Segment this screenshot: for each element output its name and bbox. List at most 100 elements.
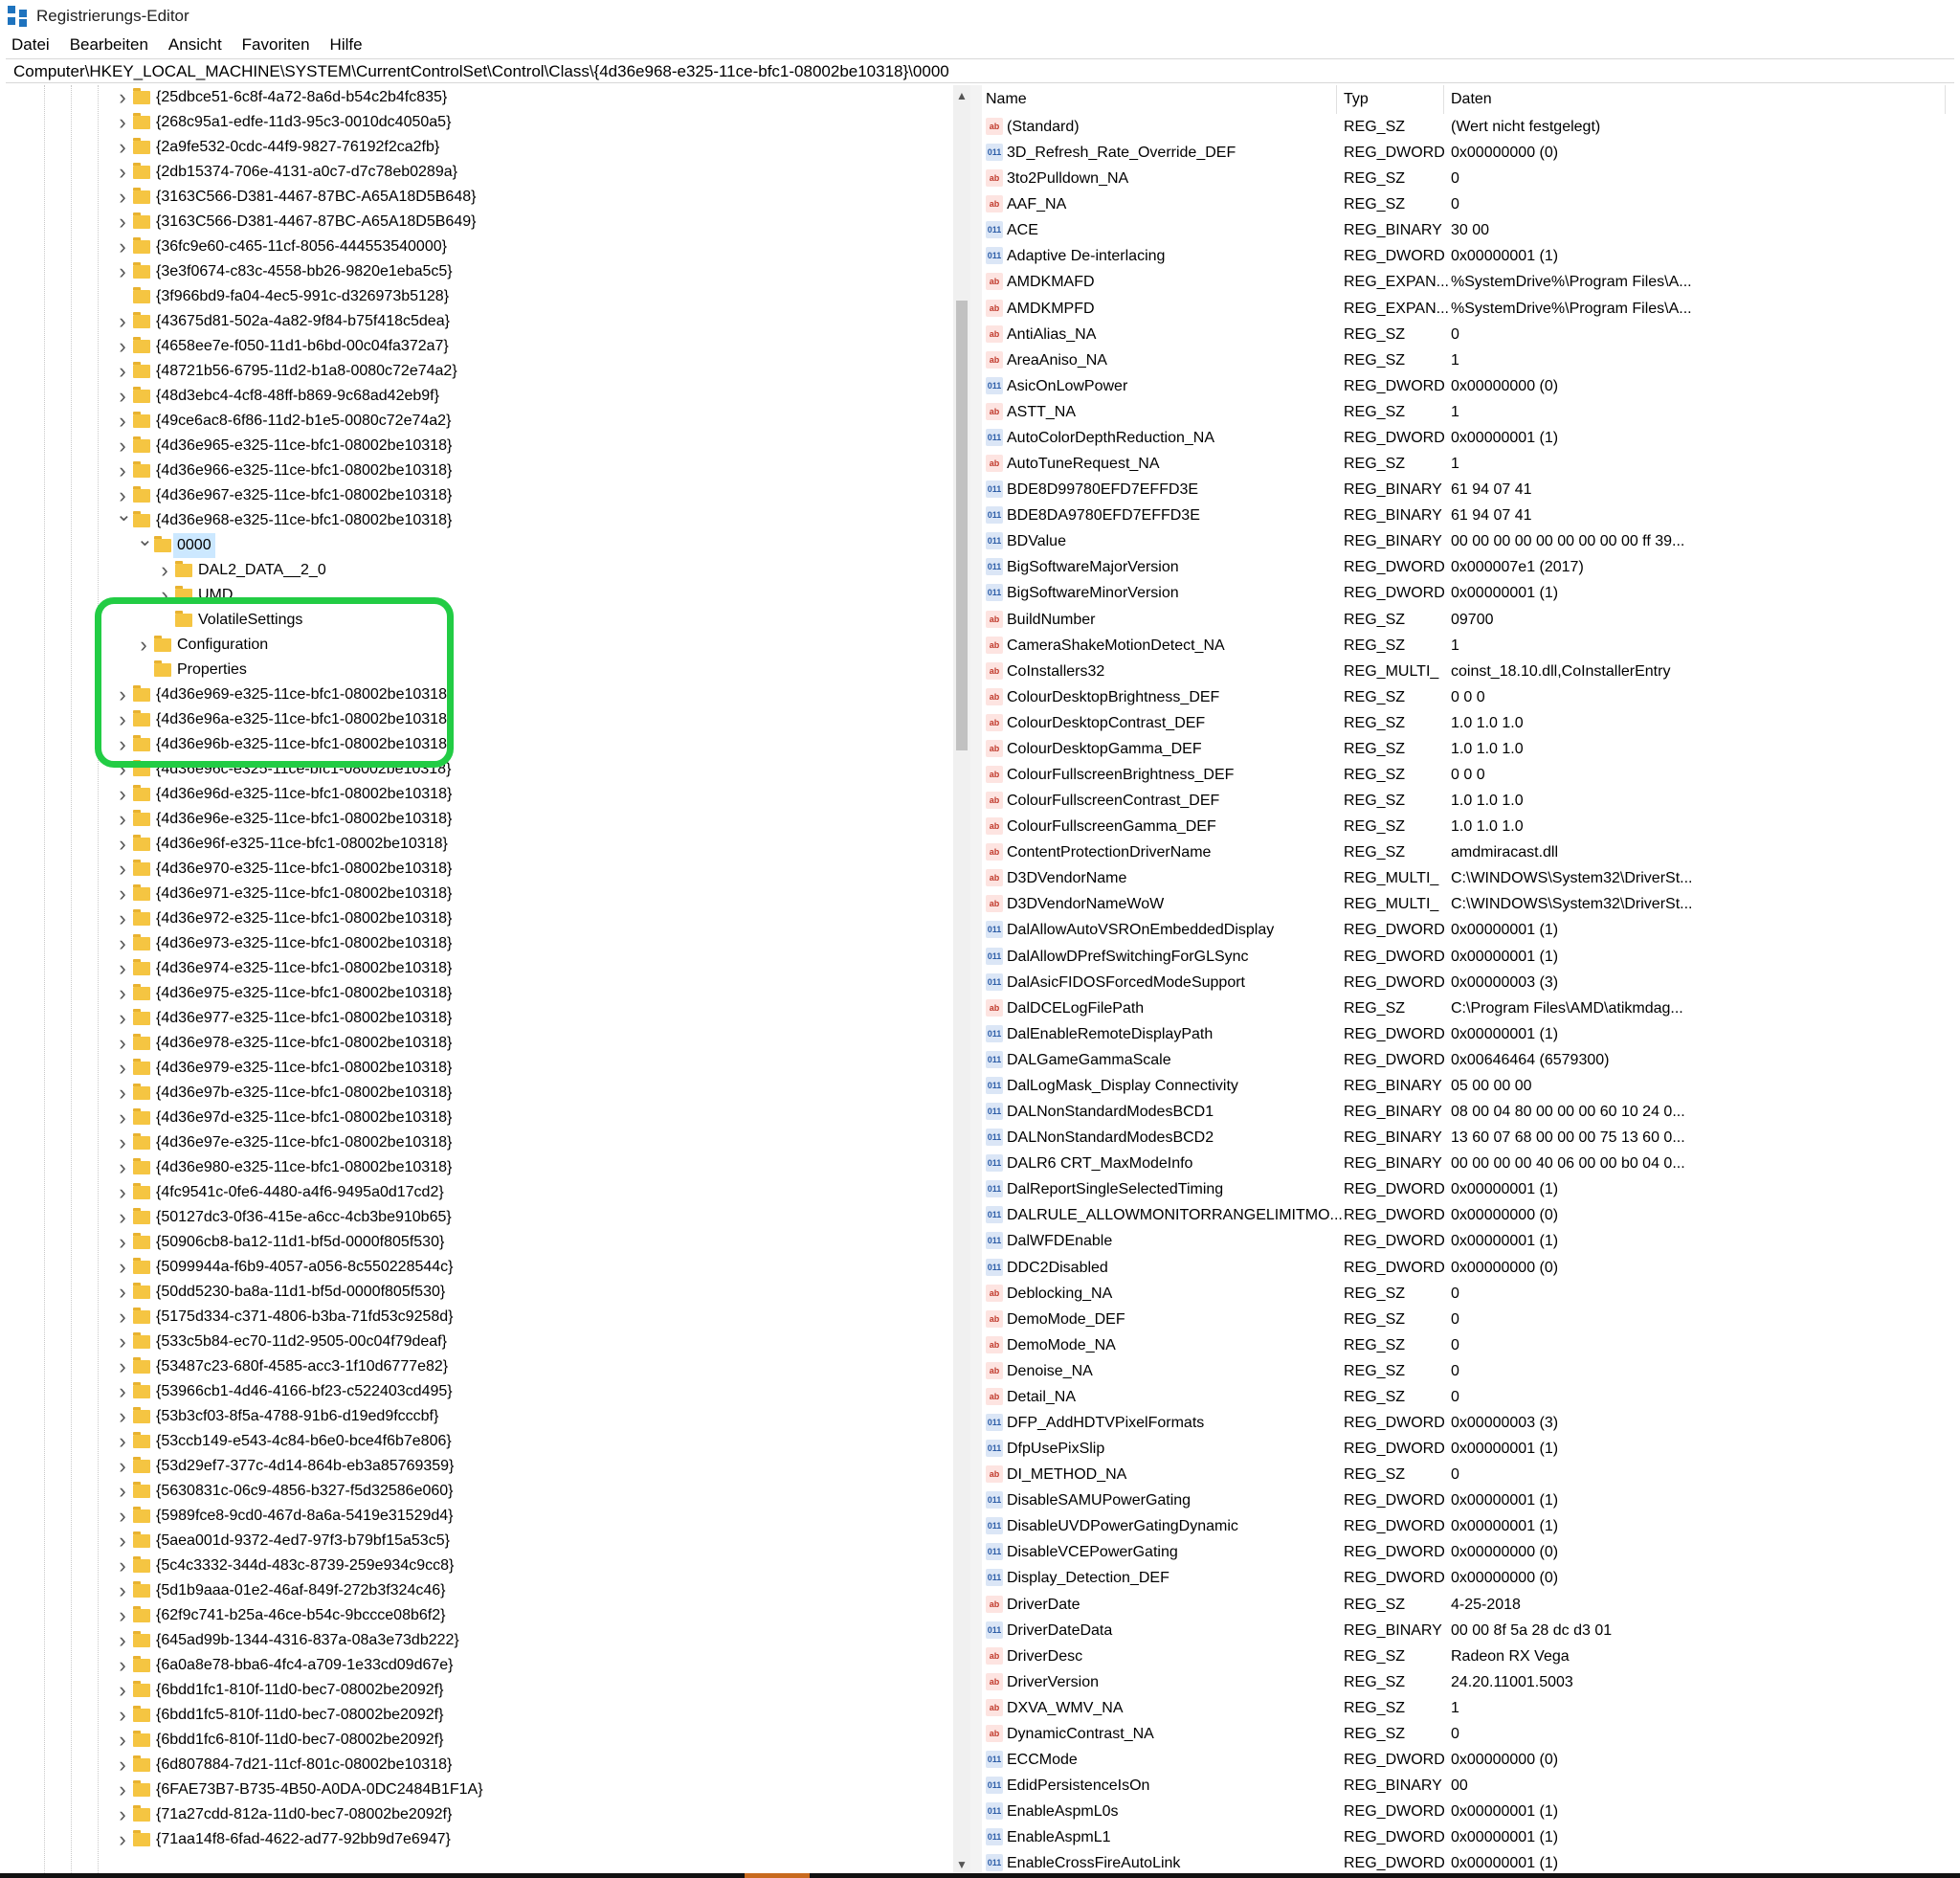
tree-item[interactable]: › {4d36e966-e325-11ce-bfc1-08002be10318} <box>6 458 953 483</box>
tree-item[interactable]: › {4d36e970-e325-11ce-bfc1-08002be10318} <box>6 857 953 882</box>
value-row[interactable]: 011 AutoColorDepthReduction_NA REG_DWORD 0x… <box>982 425 1960 451</box>
tree-scrollbar[interactable]: ▲ ▼ <box>953 85 970 1873</box>
value-row[interactable]: ab DalDCELogFilePath REG_SZ C:\Program File… <box>982 995 1960 1021</box>
menu-favoriten[interactable]: Favoriten <box>229 35 317 55</box>
chevron-right-icon[interactable]: › <box>116 235 129 259</box>
chevron-right-icon[interactable]: › <box>116 259 129 284</box>
chevron-right-icon[interactable]: › <box>116 1205 129 1230</box>
tree-item[interactable]: › {49ce6ac8-6f86-11d2-b1e5-0080c72e74a2} <box>6 409 953 434</box>
tree-item[interactable]: › {53966cb1-4d46-4166-bf23-c522403cd495} <box>6 1379 953 1404</box>
value-row[interactable]: ab DemoMode_DEF REG_SZ 0 <box>982 1307 1960 1332</box>
chevron-right-icon[interactable]: › <box>116 732 129 757</box>
tree-item[interactable]: › {5630831c-06c9-4856-b327-f5d32586e060} <box>6 1479 953 1504</box>
chevron-right-icon[interactable]: › <box>116 1529 129 1554</box>
value-row[interactable]: ab AMDKMPFD REG_EXPAN... %SystemDrive%\Prog… <box>982 296 1960 322</box>
value-row[interactable]: 011 BDE8D99780EFD7EFFD3E REG_BINARY 61 94 0… <box>982 477 1960 503</box>
scroll-down-arrow-icon[interactable]: ▼ <box>953 1856 970 1873</box>
chevron-right-icon[interactable]: › <box>116 1578 129 1603</box>
chevron-right-icon[interactable]: › <box>116 956 129 981</box>
chevron-right-icon[interactable]: › <box>116 1703 129 1728</box>
tree-item[interactable]: › {4d36e969-e325-11ce-bfc1-08002be10318} <box>6 682 953 707</box>
value-row[interactable]: 011 EnableAspmL0s REG_DWORD 0x00000001 (1) <box>982 1799 1960 1824</box>
value-row[interactable]: ab AreaAniso_NA REG_SZ 1 <box>982 347 1960 373</box>
value-row[interactable]: 011 BDValue REG_BINARY 00 00 00 00 00 00 00… <box>982 528 1960 554</box>
tree-item[interactable]: › {4d36e96f-e325-11ce-bfc1-08002be10318} <box>6 832 953 857</box>
pane-splitter[interactable] <box>970 85 982 1873</box>
tree-item[interactable]: › {25dbce51-6c8f-4a72-8a6d-b54c2b4fc835} <box>6 85 953 110</box>
value-row[interactable]: ab (Standard) REG_SZ (Wert nicht festgelegt… <box>982 114 1960 140</box>
tree-item[interactable]: › UMD <box>6 583 953 608</box>
chevron-right-icon[interactable]: › <box>116 185 129 210</box>
tree-item[interactable]: › {62f9c741-b25a-46ce-b54c-9bccce08b6f2} <box>6 1603 953 1628</box>
value-row[interactable]: 011 DDC2Disabled REG_DWORD 0x00000000 (0) <box>982 1255 1960 1281</box>
value-row[interactable]: ab Deblocking_NA REG_SZ 0 <box>982 1281 1960 1307</box>
tree-item[interactable]: › {4fc9541c-0fe6-4480-a4f6-9495a0d17cd2} <box>6 1180 953 1205</box>
tree-item[interactable]: › {5d1b9aaa-01e2-46af-849f-272b3f324c46} <box>6 1578 953 1603</box>
chevron-right-icon[interactable]: › <box>116 1678 129 1703</box>
scroll-up-arrow-icon[interactable]: ▲ <box>953 87 970 104</box>
chevron-right-icon[interactable]: › <box>116 1081 129 1106</box>
value-row[interactable]: 011 DisableVCEPowerGating REG_DWORD 0x00000… <box>982 1539 1960 1565</box>
tree-item[interactable]: › {4d36e972-e325-11ce-bfc1-08002be10318} <box>6 906 953 931</box>
value-row[interactable]: ab ColourFullscreenGamma_DEF REG_SZ 1.0 1.0… <box>982 814 1960 839</box>
tree-item[interactable]: › {4d36e977-e325-11ce-bfc1-08002be10318} <box>6 1006 953 1031</box>
value-row[interactable]: 011 Adaptive De-interlacing REG_DWORD 0x000… <box>982 243 1960 269</box>
chevron-down-icon[interactable]: ⌄ <box>116 505 132 533</box>
value-row[interactable]: ab CameraShakeMotionDetect_NA REG_SZ 1 <box>982 633 1960 659</box>
tree-item[interactable]: › {5c4c3332-344d-483c-8739-259e934c9cc8} <box>6 1554 953 1578</box>
value-row[interactable]: ab AAF_NA REG_SZ 0 <box>982 191 1960 217</box>
value-row[interactable]: 011 DalWFDEnable REG_DWORD 0x00000001 (1) <box>982 1228 1960 1254</box>
tree-item[interactable]: › {6d807884-7d21-11cf-801c-08002be10318} <box>6 1753 953 1777</box>
column-separator[interactable] <box>1336 85 1337 114</box>
tree-item[interactable]: › Configuration <box>6 633 953 658</box>
chevron-right-icon[interactable]: › <box>116 1354 129 1379</box>
column-data-header[interactable]: Daten <box>1451 85 1492 114</box>
tree-item[interactable]: › DAL2_DATA__2_0 <box>6 558 953 583</box>
chevron-right-icon[interactable]: › <box>116 1454 129 1479</box>
chevron-right-icon[interactable]: › <box>116 1653 129 1678</box>
column-type-header[interactable]: Typ <box>1344 85 1369 114</box>
tree-item[interactable]: › {2db15374-706e-4131-a0c7-d7c78eb0289a} <box>6 160 953 185</box>
tree-item[interactable]: › {4d36e96e-e325-11ce-bfc1-08002be10318} <box>6 807 953 832</box>
chevron-right-icon[interactable]: › <box>116 1155 129 1180</box>
chevron-right-icon[interactable]: › <box>116 981 129 1006</box>
chevron-right-icon[interactable]: › <box>116 882 129 906</box>
tree-item[interactable]: › {4d36e967-e325-11ce-bfc1-08002be10318} <box>6 483 953 508</box>
value-row[interactable]: 011 DalEnableRemoteDisplayPath REG_DWORD 0x… <box>982 1021 1960 1047</box>
value-row[interactable]: ab D3DVendorName REG_MULTI_ C:\WINDOWS\Syst… <box>982 865 1960 891</box>
chevron-right-icon[interactable]: › <box>116 906 129 931</box>
tree-item[interactable]: {3f966bd9-fa04-4ec5-991c-d326973b5128} <box>6 284 953 309</box>
chevron-right-icon[interactable]: › <box>116 135 129 160</box>
tree-item[interactable]: › {6bdd1fc1-810f-11d0-bec7-08002be2092f} <box>6 1678 953 1703</box>
chevron-right-icon[interactable]: › <box>116 1056 129 1081</box>
value-row[interactable]: 011 ECCMode REG_DWORD 0x00000000 (0) <box>982 1747 1960 1773</box>
value-row[interactable]: 011 3D_Refresh_Rate_Override_DEF REG_DWORD… <box>982 140 1960 166</box>
column-separator[interactable] <box>1443 85 1444 114</box>
value-row[interactable]: 011 DalReportSingleSelectedTiming REG_DWOR… <box>982 1176 1960 1202</box>
tree-item[interactable]: › {3163C566-D381-4467-87BC-A65A18D5B649} <box>6 210 953 235</box>
value-row[interactable]: ab ContentProtectionDriverName REG_SZ amdmi… <box>982 839 1960 865</box>
chevron-right-icon[interactable]: › <box>116 1777 129 1802</box>
menu-ansicht[interactable]: Ansicht <box>155 35 229 55</box>
tree-item[interactable]: › {50dd5230-ba8a-11d1-bf5d-0000f805f530} <box>6 1280 953 1305</box>
tree-item[interactable]: › {4d36e96c-e325-11ce-bfc1-08002be10318} <box>6 757 953 782</box>
tree-item[interactable]: › {53d29ef7-377c-4d14-864b-eb3a85769359} <box>6 1454 953 1479</box>
value-row[interactable]: ab BuildNumber REG_SZ 09700 <box>982 607 1960 633</box>
tree-item[interactable]: › {4d36e974-e325-11ce-bfc1-08002be10318} <box>6 956 953 981</box>
chevron-right-icon[interactable]: › <box>116 1255 129 1280</box>
value-row[interactable]: 011 DisableSAMUPowerGating REG_DWORD 0x0000… <box>982 1487 1960 1513</box>
tree-item[interactable]: Properties <box>6 658 953 682</box>
value-row[interactable]: 011 DfpUsePixSlip REG_DWORD 0x00000001 (1) <box>982 1436 1960 1462</box>
chevron-right-icon[interactable]: › <box>116 1230 129 1255</box>
value-row[interactable]: ab DynamicContrast_NA REG_SZ 0 <box>982 1721 1960 1747</box>
value-row[interactable]: 011 DALR6 CRT_MaxModeInfo REG_BINARY 00 00 … <box>982 1151 1960 1176</box>
chevron-right-icon[interactable]: › <box>116 1130 129 1155</box>
value-row[interactable]: ab AutoTuneRequest_NA REG_SZ 1 <box>982 451 1960 477</box>
tree-item[interactable]: › {3163C566-D381-4467-87BC-A65A18D5B648} <box>6 185 953 210</box>
value-row[interactable]: 011 DalLogMask_Display Connectivity REG_BI… <box>982 1073 1960 1099</box>
value-row[interactable]: ab ColourDesktopContrast_DEF REG_SZ 1.0 1.0… <box>982 710 1960 736</box>
value-row[interactable]: 011 DisableUVDPowerGatingDynamic REG_DWORD… <box>982 1513 1960 1539</box>
value-row[interactable]: ab 3to2Pulldown_NA REG_SZ 0 <box>982 166 1960 191</box>
chevron-right-icon[interactable]: › <box>116 757 129 782</box>
tree-item[interactable]: › {53ccb149-e543-4c84-b6e0-bce4f6b7e806} <box>6 1429 953 1454</box>
